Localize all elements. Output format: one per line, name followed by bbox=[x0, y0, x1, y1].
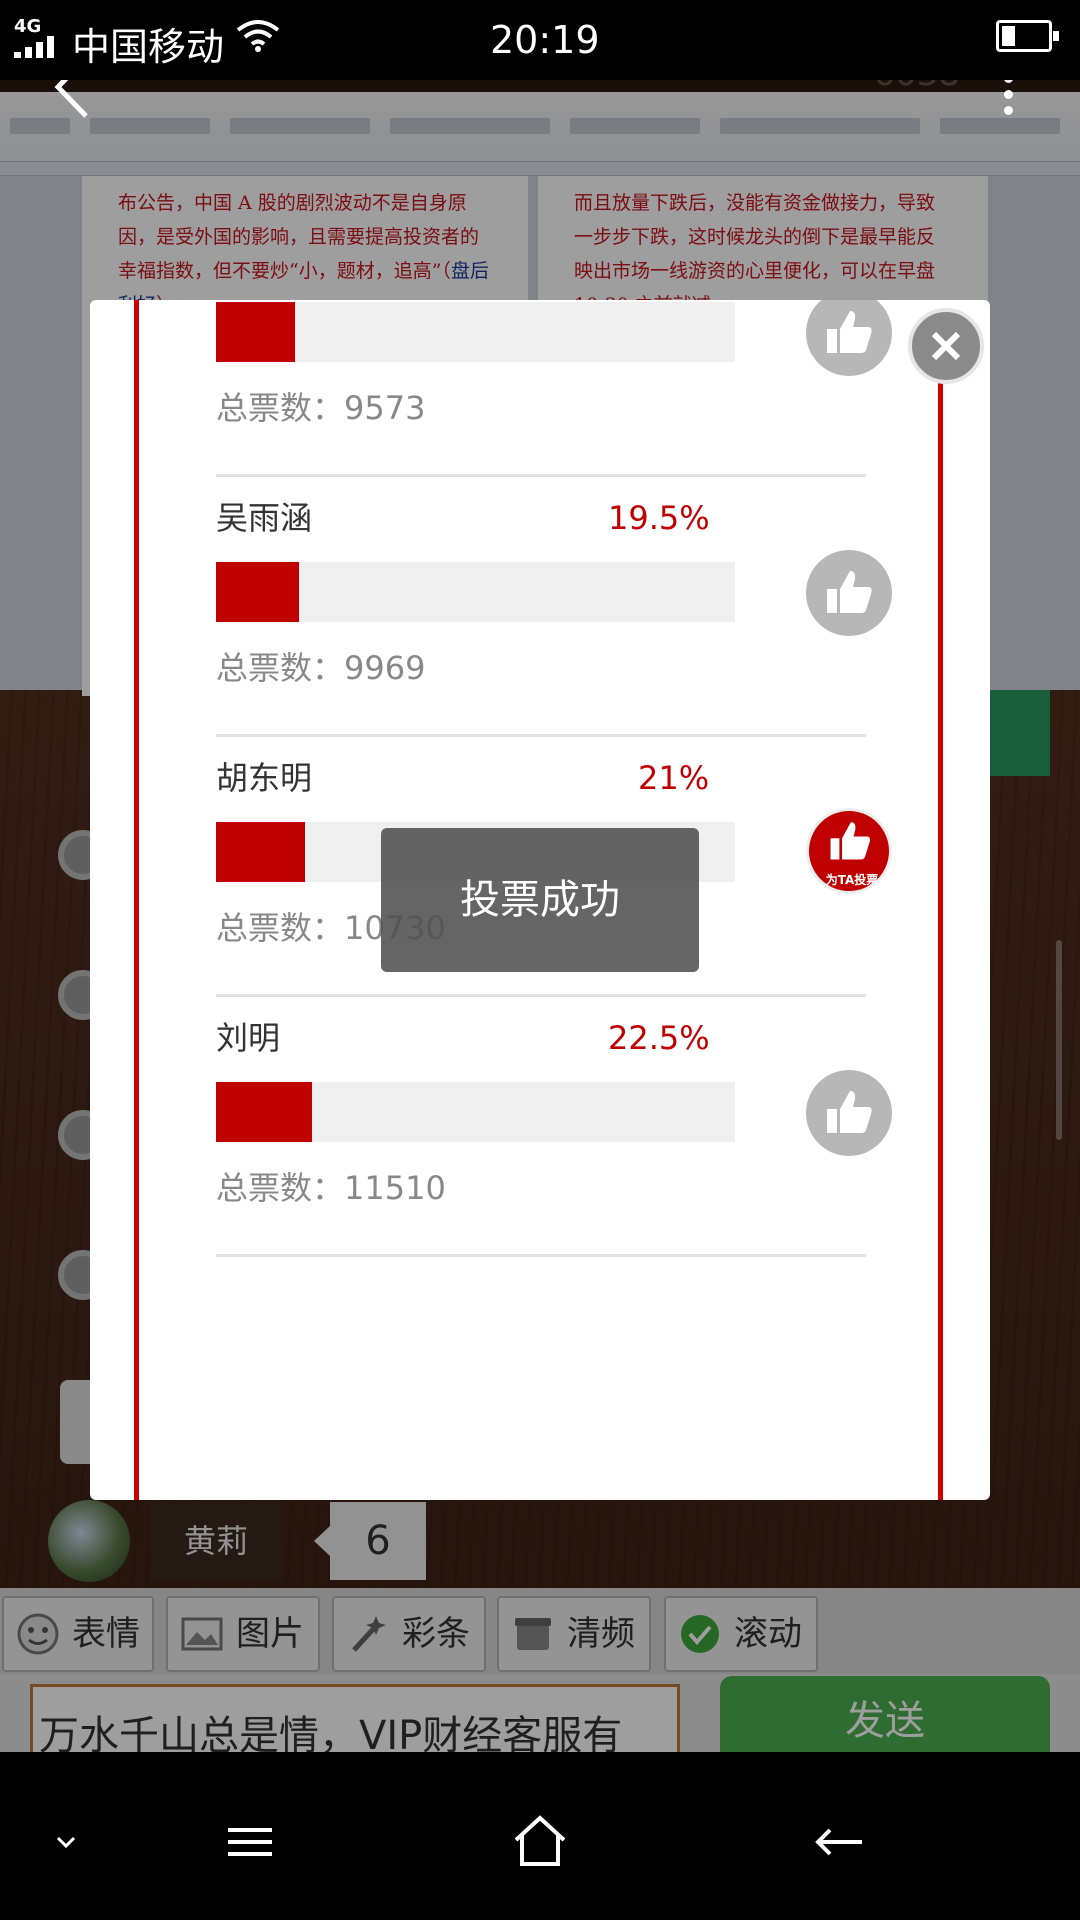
vote-bar-fill bbox=[216, 822, 306, 882]
back-icon bbox=[815, 1828, 862, 1856]
status-bar: 4G 中国移动 20:19 bbox=[0, 0, 1080, 80]
chevron-down-icon bbox=[56, 1836, 76, 1849]
candidate-entry: 刘明 22.5% 总票数：11510 bbox=[216, 1018, 866, 1336]
vote-total-prefix: 总票数： bbox=[216, 649, 345, 687]
signal-icon bbox=[14, 36, 64, 58]
vote-bar-track bbox=[216, 302, 735, 362]
close-modal-button[interactable] bbox=[908, 308, 984, 384]
thumbs-up-icon bbox=[827, 311, 872, 353]
nav-menu-button[interactable] bbox=[210, 1802, 290, 1882]
vote-total-value: 9573 bbox=[344, 389, 426, 427]
entry-divider bbox=[216, 994, 866, 997]
clock: 20:19 bbox=[490, 18, 600, 62]
back-arrow-icon[interactable] bbox=[48, 80, 98, 122]
candidate-name: 胡东明 bbox=[216, 759, 313, 797]
modal-border-left bbox=[134, 300, 139, 1500]
vote-total-value: 9969 bbox=[344, 649, 426, 687]
thumbs-up-icon bbox=[827, 1091, 872, 1133]
vote-button[interactable] bbox=[806, 1070, 892, 1156]
vote-percent: 21% bbox=[638, 759, 710, 797]
vote-button-label: 为TA投票 bbox=[825, 873, 879, 887]
vote-percent: 19.5% bbox=[608, 499, 710, 537]
vote-percent: 22.5% bbox=[608, 1019, 710, 1057]
vote-success-toast: 投票成功 bbox=[381, 828, 699, 972]
entry-divider bbox=[216, 1254, 866, 1257]
system-nav-bar bbox=[0, 1752, 1080, 1920]
vote-bar-track bbox=[216, 1082, 735, 1142]
vote-total: 总票数：9573 bbox=[216, 386, 425, 430]
network-type: 4G bbox=[14, 16, 42, 37]
more-menu-icon[interactable] bbox=[1000, 80, 1016, 116]
vote-button[interactable] bbox=[806, 300, 892, 376]
nav-back-button[interactable] bbox=[800, 1802, 880, 1882]
wifi-icon bbox=[236, 20, 280, 52]
home-icon bbox=[514, 1815, 566, 1866]
candidate-name: 吴雨涵 bbox=[216, 499, 313, 537]
vote-button-voted[interactable]: 为TA投票 bbox=[806, 808, 892, 894]
vote-bar-fill bbox=[216, 302, 295, 362]
vote-bar-fill bbox=[216, 1082, 312, 1142]
candidate-name: 刘明 bbox=[216, 1019, 281, 1057]
close-icon bbox=[931, 331, 961, 361]
modal-border-right bbox=[938, 378, 943, 1500]
battery-level bbox=[1002, 26, 1015, 46]
vote-total-value: 11510 bbox=[344, 1169, 446, 1207]
carrier-name: 中国移动 bbox=[72, 25, 225, 69]
battery-icon bbox=[996, 20, 1059, 52]
nav-home-button[interactable] bbox=[500, 1802, 580, 1882]
vote-bar-fill bbox=[216, 562, 299, 622]
thumbs-up-icon bbox=[830, 822, 871, 860]
vote-total-prefix: 总票数： bbox=[216, 389, 345, 427]
vote-total: 总票数：11510 bbox=[216, 1166, 446, 1210]
vote-bar-track bbox=[216, 562, 735, 622]
menu-icon bbox=[228, 1828, 272, 1856]
entry-divider bbox=[216, 474, 866, 477]
vote-total-prefix: 总票数： bbox=[216, 1169, 345, 1207]
vote-total-prefix: 总票数： bbox=[216, 909, 345, 947]
nav-collapse-button[interactable] bbox=[26, 1802, 106, 1882]
vote-total: 总票数：9969 bbox=[216, 646, 425, 690]
thumbs-up-icon bbox=[827, 571, 872, 613]
entry-divider bbox=[216, 734, 866, 737]
vote-button[interactable] bbox=[806, 550, 892, 636]
